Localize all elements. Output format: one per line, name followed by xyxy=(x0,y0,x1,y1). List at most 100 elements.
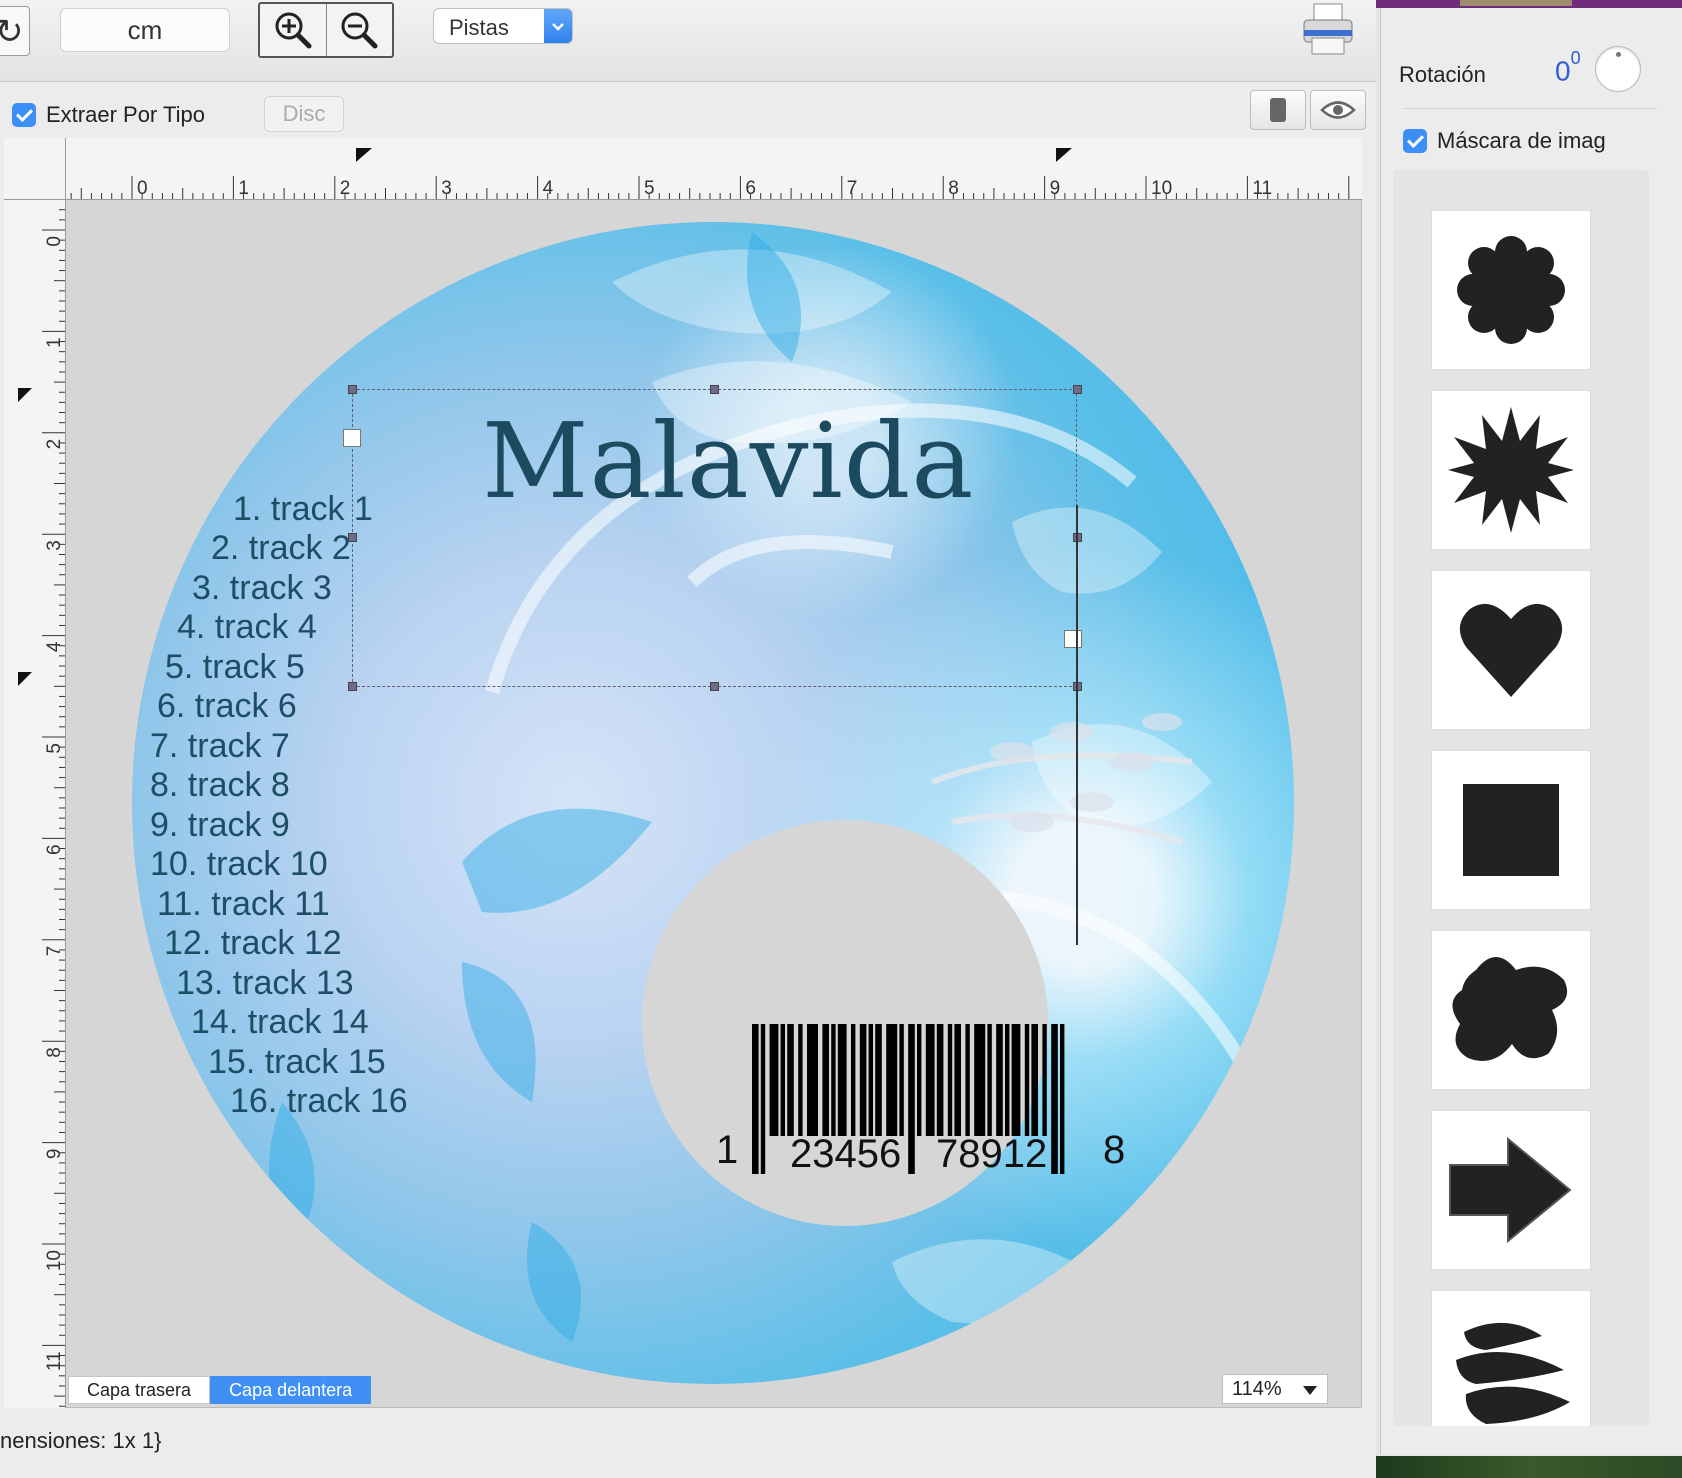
mask-shape-heart[interactable] xyxy=(1431,570,1591,730)
margin-marker-icon xyxy=(18,672,32,686)
extract-by-type-label: Extraer Por Tipo xyxy=(46,102,205,127)
barcode-bar xyxy=(974,1024,986,1136)
barcode-bar xyxy=(859,1024,867,1136)
ruler-label: 0 xyxy=(137,178,148,199)
disc-button[interactable]: Disc xyxy=(264,96,344,132)
track-item[interactable]: 13. track 13 xyxy=(176,964,354,1003)
track-item[interactable]: 12. track 12 xyxy=(164,924,342,963)
resize-handle[interactable] xyxy=(348,533,357,542)
track-item[interactable]: 2. track 2 xyxy=(211,529,351,568)
mask-shape-sunburst[interactable] xyxy=(1431,390,1591,550)
ruler-label: 5 xyxy=(44,743,65,754)
ruler-label: 8 xyxy=(44,1047,65,1058)
zoom-level-select[interactable]: 114% xyxy=(1222,1374,1328,1404)
resize-handle[interactable] xyxy=(348,385,357,394)
resize-handle[interactable] xyxy=(710,682,719,691)
barcode-bar xyxy=(954,1024,961,1136)
rotate-handle[interactable] xyxy=(343,429,361,447)
track-item[interactable]: 3. track 3 xyxy=(192,569,332,608)
ruler-label: 6 xyxy=(745,178,756,199)
zoom-in-button[interactable] xyxy=(260,4,326,56)
resize-handle[interactable] xyxy=(348,682,357,691)
mask-shape-scribble[interactable] xyxy=(1431,1290,1591,1426)
heart-icon xyxy=(1459,603,1563,697)
main-window: ↻ cm Pistas Extraer Por Tipo Disc 0 1 2 … xyxy=(0,0,1376,1478)
barcode-bar xyxy=(965,1024,970,1136)
barcode-bar xyxy=(1011,1024,1021,1136)
mask-shape-arrow[interactable] xyxy=(1431,1110,1591,1270)
sunburst-icon xyxy=(1448,407,1574,533)
barcode-bar xyxy=(787,1024,794,1136)
track-item[interactable]: 8. track 8 xyxy=(150,766,290,805)
rotate-handle[interactable] xyxy=(1064,630,1082,648)
ruler-label: 7 xyxy=(44,946,65,957)
inspector-panel: Rotación 00 Máscara de imag xyxy=(1380,8,1682,1454)
barcode-bar xyxy=(760,1024,766,1174)
barcode-bar xyxy=(947,1024,953,1136)
image-mask-option[interactable]: Máscara de imag xyxy=(1403,128,1606,154)
track-type-select[interactable]: Pistas xyxy=(433,8,573,44)
image-mask-checkbox[interactable] xyxy=(1403,129,1427,153)
print-button[interactable] xyxy=(1300,2,1356,58)
barcode-bar xyxy=(917,1024,922,1136)
track-item[interactable]: 16. track 16 xyxy=(230,1082,408,1121)
margin-marker-icon xyxy=(1056,148,1072,162)
track-item[interactable]: 15. track 15 xyxy=(208,1043,386,1082)
track-item[interactable]: 9. track 9 xyxy=(150,806,290,845)
ruler-label: 9 xyxy=(1050,178,1061,199)
track-item[interactable]: 11. track 11 xyxy=(157,885,330,924)
rotation-label: Rotación xyxy=(1399,62,1486,87)
track-item[interactable]: 6. track 6 xyxy=(157,687,297,726)
ruler-label: 2 xyxy=(44,439,65,450)
horizontal-ruler[interactable]: 0 1 2 3 4 5 6 7 8 9 10 11 xyxy=(66,138,1362,200)
track-item[interactable]: 14. track 14 xyxy=(191,1003,369,1042)
extract-by-type-checkbox[interactable] xyxy=(12,103,36,127)
barcode-bar xyxy=(886,1024,898,1136)
track-item[interactable]: 10. track 10 xyxy=(150,845,328,884)
zoom-out-icon xyxy=(341,12,378,49)
barcode-bar xyxy=(1024,1024,1030,1136)
barcode-bar xyxy=(908,1024,915,1174)
track-item[interactable]: 7. track 7 xyxy=(150,727,290,766)
barcode-bar xyxy=(1060,1024,1065,1174)
track-item[interactable]: 4. track 4 xyxy=(177,608,317,647)
tab-front-layer[interactable]: Capa delantera xyxy=(210,1376,372,1404)
ruler-label: 5 xyxy=(644,178,655,199)
ruler-label: 7 xyxy=(847,178,858,199)
barcode-bar xyxy=(987,1024,992,1136)
ruler-label: 11 xyxy=(1252,178,1272,199)
zoom-buttons xyxy=(258,2,394,58)
barcode-bar xyxy=(822,1024,829,1136)
tab-back-layer[interactable]: Capa trasera xyxy=(68,1376,211,1404)
zoom-out-button[interactable] xyxy=(325,4,393,56)
barcode-bar xyxy=(752,1024,759,1174)
preview-button[interactable] xyxy=(1310,90,1366,130)
desktop-background-strip xyxy=(1376,1456,1682,1478)
ruler-label: 4 xyxy=(44,641,65,652)
scalloped-flower-icon xyxy=(1457,236,1565,344)
mask-shape-square[interactable] xyxy=(1431,750,1591,910)
unit-field[interactable]: cm xyxy=(60,8,230,52)
mask-shape-list[interactable] xyxy=(1393,170,1649,1426)
resize-handle[interactable] xyxy=(1073,385,1082,394)
zoom-in-icon xyxy=(275,12,312,49)
guide-line xyxy=(1076,505,1078,945)
rotate-button[interactable]: ↻ xyxy=(0,6,30,56)
rotation-knob[interactable] xyxy=(1595,46,1641,92)
background-window-strip xyxy=(1376,0,1682,8)
ruler-label: 8 xyxy=(948,178,959,199)
barcode-bar xyxy=(837,1024,847,1136)
vertical-ruler[interactable]: 0 1 2 3 4 5 6 7 8 9 10 11 xyxy=(4,200,66,1408)
mask-shape-flower[interactable] xyxy=(1431,210,1591,370)
rotation-value[interactable]: 00 xyxy=(1555,48,1581,87)
barcode-bar xyxy=(1031,1024,1038,1136)
resize-handle[interactable] xyxy=(710,385,719,394)
print-preview-button[interactable] xyxy=(1250,90,1306,130)
mask-shape-blob[interactable] xyxy=(1431,930,1591,1090)
ruler-label: 2 xyxy=(340,178,351,199)
printer-icon xyxy=(1303,3,1353,55)
track-item[interactable]: 5. track 5 xyxy=(165,648,305,687)
rotate-icon: ↻ xyxy=(0,13,24,51)
barcode-digit-first: 1 xyxy=(716,1128,739,1172)
extract-by-type-option[interactable]: Extraer Por Tipo xyxy=(12,102,205,128)
